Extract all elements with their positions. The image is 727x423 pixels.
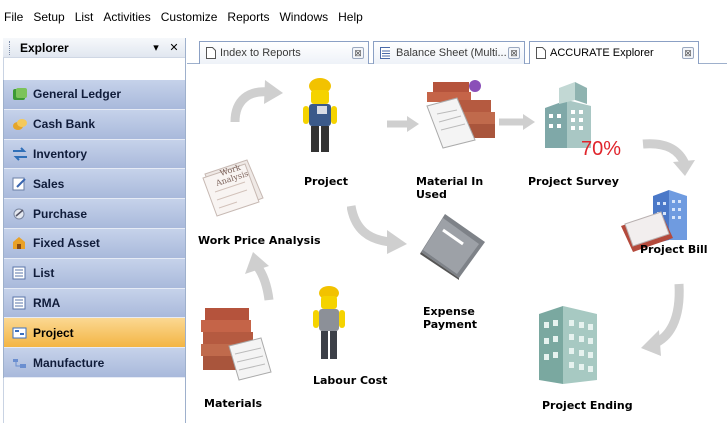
menu-windows[interactable]: Windows: [279, 10, 328, 24]
flow-arrow-icon: [245, 252, 274, 301]
labour-cost-label: Labour Cost: [313, 374, 388, 387]
sidebar-item-label: Inventory: [33, 146, 88, 161]
tab-index-to-reports[interactable]: Index to Reports ⊠: [199, 41, 369, 64]
sidebar-item-label: Cash Bank: [33, 117, 96, 132]
project-flow-diagram: Project Material In Used 70% Project Sur…: [187, 64, 727, 423]
menu-reports[interactable]: Reports: [227, 10, 269, 24]
project-ending-node[interactable]: [533, 300, 605, 392]
grip-handle-icon[interactable]: [9, 40, 12, 55]
bricks-and-document-icon: [426, 80, 495, 149]
material-in-used-label: Material In Used: [416, 175, 484, 201]
project-bill-label: Project Bill: [640, 243, 708, 256]
close-icon[interactable]: ✕: [167, 41, 181, 54]
labour-cost-node[interactable]: [309, 284, 349, 368]
sidebar-item-sales[interactable]: Sales: [4, 169, 185, 200]
menu-list[interactable]: List: [75, 10, 94, 24]
explorer-header: Explorer ▾ ✕: [3, 38, 185, 58]
explorer-empty-area: [3, 377, 185, 423]
fixed-asset-icon: [12, 236, 28, 250]
analysis-document-icon: Work Analysis: [202, 159, 264, 217]
inventory-icon: [12, 147, 28, 161]
tab-close-icon[interactable]: ⊠: [682, 47, 694, 59]
ledger-icon: [12, 87, 28, 101]
manufacture-icon: [12, 356, 28, 370]
sidebar-item-label: General Ledger: [33, 87, 122, 102]
tab-label: Index to Reports: [220, 47, 301, 59]
explorer-nav-list: General Ledger Cash Bank Inventory Sales…: [3, 80, 185, 378]
sidebar-item-label: List: [33, 266, 55, 281]
sidebar-item-label: Fixed Asset: [33, 236, 100, 251]
menu-activities[interactable]: Activities: [103, 10, 150, 24]
sidebar-item-fixed-asset[interactable]: Fixed Asset: [4, 228, 185, 259]
document-icon: [206, 47, 216, 59]
menu-file[interactable]: File: [4, 10, 23, 24]
sidebar-item-inventory[interactable]: Inventory: [4, 139, 185, 170]
tab-label: Balance Sheet (Multi...: [396, 47, 507, 59]
bricks-stack-icon: [201, 308, 272, 381]
document-tab-bar: Index to Reports ⊠ Balance Sheet (Multi.…: [187, 38, 727, 64]
explorer-spacer: [3, 58, 185, 80]
survey-progress-percent: 70%: [581, 138, 622, 160]
menu-setup[interactable]: Setup: [33, 10, 64, 24]
tab-label: ACCURATE Explorer: [550, 47, 654, 59]
cash-bank-icon: [12, 117, 28, 131]
sidebar-item-label: RMA: [33, 295, 61, 310]
sidebar-item-cash-bank[interactable]: Cash Bank: [4, 109, 185, 140]
tab-close-icon[interactable]: ⊠: [352, 47, 364, 59]
document-icon: [536, 47, 546, 59]
explorer-title: Explorer: [20, 40, 69, 55]
work-price-analysis-label: Work Price Analysis: [198, 234, 321, 247]
construction-worker-icon: [303, 78, 337, 152]
flow-arrow-icon: [641, 283, 684, 356]
project-label: Project: [304, 175, 349, 188]
sidebar-item-rma[interactable]: RMA: [4, 288, 185, 319]
sidebar-item-label: Project: [33, 325, 74, 340]
sales-icon: [12, 177, 28, 191]
sidebar-item-purchase[interactable]: Purchase: [4, 199, 185, 229]
flow-arrow-icon: [230, 80, 283, 123]
sidebar-item-manufacture[interactable]: Manufacture: [4, 348, 185, 378]
rma-icon: [12, 296, 28, 310]
tab-close-icon[interactable]: ⊠: [508, 47, 520, 59]
tab-accurate-explorer[interactable]: ACCURATE Explorer ⊠: [529, 41, 699, 64]
expense-payment-node[interactable]: [419, 212, 487, 280]
report-icon: [380, 47, 390, 59]
explorer-panel: Explorer ▾ ✕ General Ledger Cash Bank In…: [3, 38, 186, 423]
tab-balance-sheet[interactable]: Balance Sheet (Multi... ⊠: [373, 41, 525, 64]
materials-label: Materials: [204, 397, 263, 410]
expense-payment-label: Expense Payment: [423, 305, 478, 331]
chevron-down-icon[interactable]: ▾: [149, 41, 163, 54]
list-icon: [12, 266, 28, 280]
sidebar-item-label: Manufacture: [33, 355, 105, 370]
purchase-icon: [12, 207, 28, 221]
flow-arrow-icon: [499, 114, 535, 130]
work-price-analysis-node[interactable]: Work Analysis: [201, 156, 267, 218]
menu-bar: File Setup List Activities Customize Rep…: [0, 0, 727, 34]
flow-arrow-icon: [642, 139, 695, 176]
sidebar-item-general-ledger[interactable]: General Ledger: [4, 80, 185, 110]
menu-customize[interactable]: Customize: [161, 10, 218, 24]
sidebar-item-label: Purchase: [33, 206, 88, 221]
completed-building-icon: [539, 306, 597, 384]
project-icon: [12, 326, 28, 340]
sidebar-item-project[interactable]: Project: [4, 318, 185, 349]
project-survey-label: Project Survey: [528, 175, 619, 188]
materials-node[interactable]: [199, 304, 273, 382]
material-in-used-node[interactable]: [423, 78, 499, 150]
flow-arrow-icon: [387, 116, 419, 132]
sidebar-item-label: Sales: [33, 176, 65, 191]
sidebar-item-list[interactable]: List: [4, 258, 185, 289]
project-ending-label: Project Ending: [542, 399, 633, 412]
flow-arrow-icon: [347, 205, 407, 254]
menu-help[interactable]: Help: [338, 10, 363, 24]
project-node[interactable]: [297, 76, 343, 158]
notebook-icon: [420, 214, 485, 280]
worker-icon: [313, 286, 345, 359]
